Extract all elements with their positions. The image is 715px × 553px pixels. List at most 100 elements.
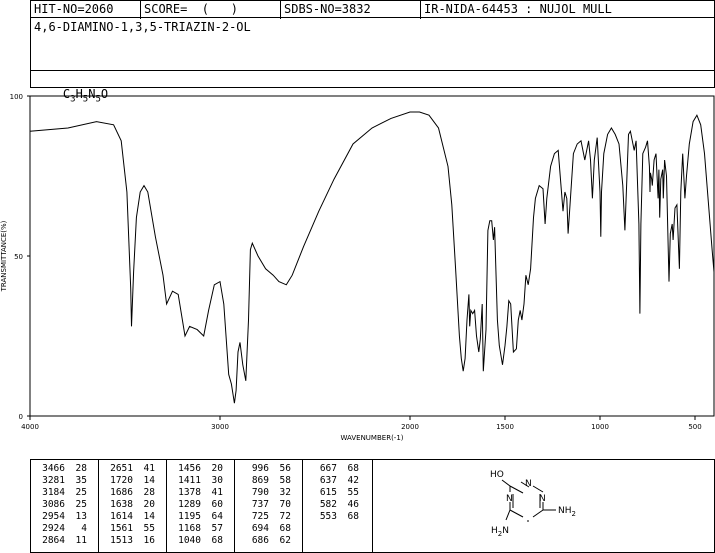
peak-table: 3466 28 3281 35 3184 25 3086 25 2954 13 2924 4 2864 1… [31,460,372,552]
peak-row: 1638 20 [103,499,157,511]
x-tick-label: 2000 [401,423,419,431]
peak-transmittance: 58 [279,475,291,486]
peak-row: 1686 28 [103,487,157,499]
peak-wavenumber: 2864 [42,535,65,546]
amine-left-label: H2N [491,526,509,538]
ring-nitrogen-top: N [525,479,532,489]
ring-nitrogen-left: N [506,494,513,504]
spectrum-line [29,111,715,404]
y-tick-label: 0 [19,413,23,421]
peak-table-box: 3466 28 3281 35 3184 25 3086 25 2954 13 2924 4 2864 1… [30,459,373,553]
peak-wavenumber: 1456 [178,463,201,474]
peak-transmittance: 35 [75,475,87,486]
peak-transmittance: 41 [143,463,155,474]
hydroxyl-label: HO [490,470,504,480]
peak-wavenumber: 1720 [110,475,133,486]
peak-column: 3466 28 3281 35 3184 25 3086 25 2954 13 2924 4 2864 1… [31,460,99,552]
peak-wavenumber: 1686 [110,487,133,498]
y-axis-label: TRANSMITTANCE(%) [0,220,8,292]
peak-wavenumber: 637 [319,475,337,486]
peak-row: 996 56 [239,463,293,475]
peak-row: 725 72 [239,511,293,523]
peak-transmittance: 28 [143,487,155,498]
x-axis-label: WAVENUMBER(-1) [340,434,403,442]
peak-row: 3466 28 [35,463,89,475]
peak-row: 1561 55 [103,523,157,535]
peak-wavenumber: 996 [251,463,269,474]
x-tick-label: 3000 [211,423,229,431]
peak-wavenumber: 3466 [42,463,65,474]
peak-transmittance: 30 [211,475,223,486]
peak-wavenumber: 3086 [42,499,65,510]
ring-nitrogen-right: N [539,494,546,504]
peak-transmittance: 68 [347,463,359,474]
peak-row: 1040 68 [171,535,225,547]
peak-row: 737 70 [239,499,293,511]
peak-wavenumber: 1561 [110,523,133,534]
y-tick-label: 50 [14,253,23,261]
peak-wavenumber: 725 [251,511,269,522]
peak-row: 2954 13 [35,511,89,523]
peak-row: 869 58 [239,475,293,487]
peak-wavenumber: 737 [251,499,269,510]
peak-row: 2864 11 [35,535,89,547]
peak-row: 1614 14 [103,511,157,523]
peak-row: 553 68 [307,511,361,523]
peak-transmittance: 68 [211,535,223,546]
peak-transmittance: 4 [81,523,87,534]
peak-row: 694 68 [239,523,293,535]
peak-transmittance: 55 [347,487,359,498]
peak-row: 1513 16 [103,535,157,547]
peak-wavenumber: 1411 [178,475,201,486]
peak-wavenumber: 615 [319,487,337,498]
peak-column: 667 68 637 42 615 55 582 46 553 68 [303,460,373,552]
peak-wavenumber: 1378 [178,487,201,498]
peak-row: 1168 57 [171,523,225,535]
peak-row: 686 62 [239,535,293,547]
peak-wavenumber: 1614 [110,511,133,522]
peak-transmittance: 32 [279,487,291,498]
peak-row: 1195 64 [171,511,225,523]
peak-column: 2651 41 1720 14 1686 28 1638 20 1614 14 1561 55 1513… [99,460,167,552]
peak-column: 996 56 869 58 790 32 737 70 725 72 694 68 686 62 [235,460,303,552]
peak-wavenumber: 686 [251,535,269,546]
peak-transmittance: 70 [279,499,291,510]
peak-transmittance: 20 [143,499,155,510]
structure-box: HO N N N NH2 H2N [372,459,715,553]
peak-row: 1289 60 [171,499,225,511]
peak-wavenumber: 1289 [178,499,201,510]
x-tick-label: 1500 [496,423,514,431]
peak-transmittance: 64 [211,511,223,522]
y-tick-label: 100 [10,93,23,101]
peak-transmittance: 55 [143,523,155,534]
peak-transmittance: 46 [347,499,359,510]
peak-row: 615 55 [307,487,361,499]
peak-transmittance: 11 [75,535,87,546]
peak-row: 667 68 [307,463,361,475]
x-tick-label: 1000 [591,423,609,431]
peak-row: 1378 41 [171,487,225,499]
peak-row: 3184 25 [35,487,89,499]
peak-transmittance: 62 [279,535,291,546]
peak-wavenumber: 667 [319,463,337,474]
peak-transmittance: 56 [279,463,291,474]
peak-row: 1456 20 [171,463,225,475]
peak-transmittance: 16 [143,535,155,546]
peak-column: 1456 20 1411 30 1378 41 1289 60 1195 64 1168 57 1040… [167,460,235,552]
peak-transmittance: 13 [75,511,87,522]
peak-wavenumber: 582 [319,499,337,510]
peak-transmittance: 14 [143,511,155,522]
peak-wavenumber: 1513 [110,535,133,546]
peak-wavenumber: 2954 [42,511,65,522]
peak-wavenumber: 3184 [42,487,65,498]
peak-transmittance: 68 [279,523,291,534]
peak-wavenumber: 790 [251,487,269,498]
peak-transmittance: 25 [75,487,87,498]
peak-wavenumber: 1195 [178,511,201,522]
peak-wavenumber: 869 [251,475,269,486]
peak-transmittance: 25 [75,499,87,510]
peak-wavenumber: 694 [251,523,269,534]
peak-wavenumber: 2924 [42,523,65,534]
molecule-structure: HO N N N NH2 H2N [490,470,576,538]
peak-transmittance: 28 [75,463,87,474]
